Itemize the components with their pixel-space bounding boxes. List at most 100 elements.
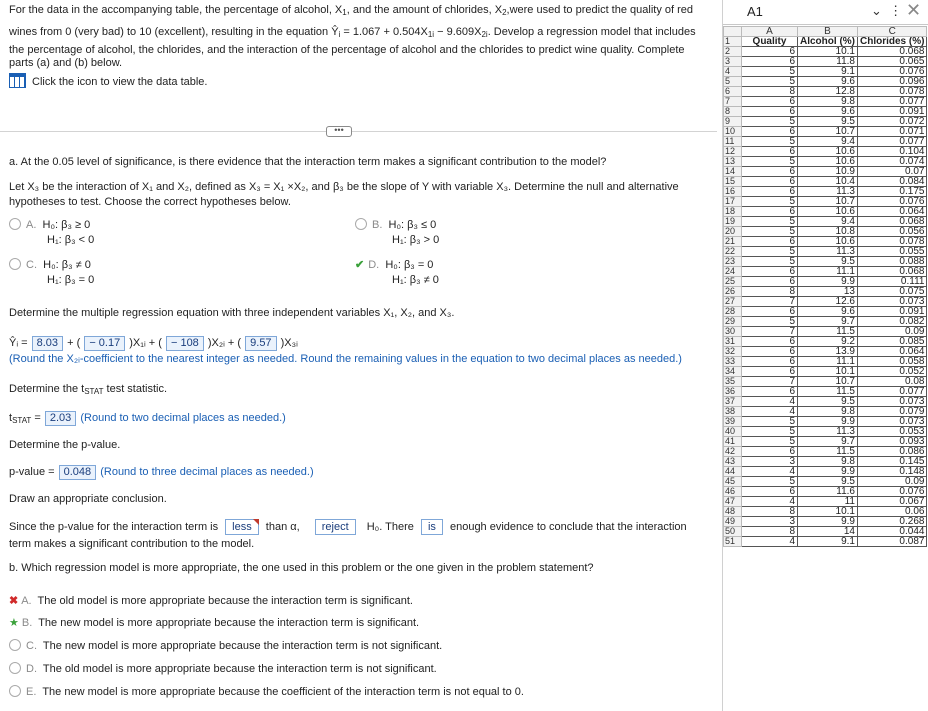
- data-cell[interactable]: 11: [797, 496, 858, 507]
- data-cell[interactable]: 0.044: [856, 526, 928, 537]
- data-cell[interactable]: 7: [741, 296, 798, 307]
- row-number[interactable]: 40: [723, 426, 742, 437]
- data-cell[interactable]: 0.06: [856, 506, 928, 517]
- data-cell[interactable]: 9.4: [797, 216, 858, 227]
- data-cell[interactable]: 5: [741, 436, 798, 447]
- reject-dropdown[interactable]: reject: [314, 519, 356, 535]
- data-cell[interactable]: 9.6: [797, 76, 858, 87]
- data-cell[interactable]: 9.6: [797, 106, 858, 117]
- row-number[interactable]: 22: [723, 246, 742, 257]
- column-header[interactable]: A: [741, 26, 798, 37]
- row-number[interactable]: 19: [723, 216, 742, 227]
- row-number[interactable]: 3: [723, 56, 742, 67]
- row-number[interactable]: 45: [723, 476, 742, 487]
- data-cell[interactable]: 0.091: [856, 306, 928, 317]
- data-cell[interactable]: 4: [741, 406, 798, 417]
- data-cell[interactable]: 9.5: [797, 116, 858, 127]
- data-cell[interactable]: 0.073: [856, 416, 928, 427]
- data-cell[interactable]: 8: [741, 86, 798, 97]
- hyp-option-d[interactable]: ✔ D. H₀: β₃ = 0: [355, 258, 555, 273]
- data-cell[interactable]: 0.056: [856, 226, 928, 237]
- data-cell[interactable]: 9.4: [797, 136, 858, 147]
- data-cell[interactable]: 10.1: [797, 506, 858, 517]
- data-cell[interactable]: 5: [741, 116, 798, 127]
- data-cell[interactable]: 0.072: [856, 116, 928, 127]
- data-cell[interactable]: 5: [741, 66, 798, 77]
- data-cell[interactable]: 0.068: [856, 46, 928, 57]
- data-cell[interactable]: 0.076: [856, 196, 928, 207]
- data-cell[interactable]: 9.6: [797, 306, 858, 317]
- data-cell[interactable]: 11.8: [797, 56, 858, 67]
- data-cell[interactable]: 10.4: [797, 176, 858, 187]
- data-cell[interactable]: 9.7: [797, 316, 858, 327]
- less-greater-dropdown[interactable]: less: [225, 519, 259, 535]
- data-cell[interactable]: 6: [741, 446, 798, 457]
- row-number[interactable]: 32: [723, 346, 742, 357]
- data-cell[interactable]: 0.082: [856, 316, 928, 327]
- data-cell[interactable]: 4: [741, 536, 798, 547]
- row-number[interactable]: 8: [723, 106, 742, 117]
- data-cell[interactable]: 6: [741, 176, 798, 187]
- data-cell[interactable]: 10.7: [797, 376, 858, 387]
- data-cell[interactable]: 5: [741, 156, 798, 167]
- column-header[interactable]: B: [797, 26, 858, 37]
- b-option-a[interactable]: ✖ A. The old model is more appropriate be…: [9, 594, 700, 609]
- row-number[interactable]: 51: [723, 536, 742, 547]
- data-cell[interactable]: 0.052: [856, 366, 928, 377]
- data-cell[interactable]: 11.5: [797, 386, 858, 397]
- data-cell[interactable]: 0.09: [856, 326, 928, 337]
- data-cell[interactable]: 10.6: [797, 206, 858, 217]
- data-cell[interactable]: 12.8: [797, 86, 858, 97]
- data-cell[interactable]: 8: [741, 506, 798, 517]
- data-cell[interactable]: 11.5: [797, 446, 858, 457]
- data-cell[interactable]: 10.6: [797, 236, 858, 247]
- data-cell[interactable]: 14: [797, 526, 858, 537]
- data-cell[interactable]: 10.6: [797, 146, 858, 157]
- header-cell[interactable]: Alcohol (%): [797, 36, 858, 47]
- data-cell[interactable]: 10.7: [797, 196, 858, 207]
- data-cell[interactable]: 4: [741, 496, 798, 507]
- data-cell[interactable]: 0.058: [856, 356, 928, 367]
- data-cell[interactable]: 0.175: [856, 186, 928, 197]
- b0-answer[interactable]: 8.03: [31, 336, 64, 351]
- b3-answer[interactable]: 9.57: [245, 336, 277, 351]
- data-cell[interactable]: 9.1: [797, 66, 858, 77]
- data-cell[interactable]: 5: [741, 76, 798, 87]
- row-number[interactable]: 27: [723, 296, 742, 307]
- data-cell[interactable]: 5: [741, 216, 798, 227]
- data-cell[interactable]: 0.055: [856, 246, 928, 257]
- row-number[interactable]: 30: [723, 326, 742, 337]
- data-cell[interactable]: 5: [741, 256, 798, 267]
- row-number[interactable]: 7: [723, 96, 742, 107]
- is-isnot-dropdown[interactable]: is: [420, 519, 443, 535]
- radio-b-e[interactable]: [9, 685, 21, 697]
- hyp-option-b[interactable]: B. H₀: β₃ ≤ 0: [355, 218, 555, 233]
- row-number[interactable]: 10: [723, 126, 742, 137]
- row-number[interactable]: 16: [723, 186, 742, 197]
- data-cell[interactable]: 9.9: [797, 466, 858, 477]
- data-cell[interactable]: 0.075: [856, 286, 928, 297]
- data-cell[interactable]: 8: [741, 526, 798, 537]
- b-option-d[interactable]: D. The old model is more appropriate bec…: [9, 662, 700, 677]
- data-cell[interactable]: 0.084: [856, 176, 928, 187]
- data-cell[interactable]: 0.077: [856, 136, 928, 147]
- row-number[interactable]: 37: [723, 396, 742, 407]
- data-cell[interactable]: 0.077: [856, 96, 928, 107]
- data-cell[interactable]: 11.3: [797, 246, 858, 257]
- radio-b-c[interactable]: [9, 639, 21, 651]
- data-cell[interactable]: 6: [741, 46, 798, 57]
- data-cell[interactable]: 7: [741, 376, 798, 387]
- data-cell[interactable]: 0.078: [856, 86, 928, 97]
- data-cell[interactable]: 11.3: [797, 426, 858, 437]
- row-number[interactable]: 1: [723, 36, 742, 47]
- hyp-option-c[interactable]: C. H₀: β₃ ≠ 0: [9, 258, 309, 273]
- data-cell[interactable]: 0.07: [856, 166, 928, 177]
- data-cell[interactable]: 5: [741, 196, 798, 207]
- radio-b-d[interactable]: [9, 662, 21, 674]
- data-cell[interactable]: 4: [741, 396, 798, 407]
- data-cell[interactable]: 5: [741, 316, 798, 327]
- hyp-option-a[interactable]: A. H₀: β₃ ≥ 0: [9, 218, 309, 233]
- row-number[interactable]: 20: [723, 226, 742, 237]
- close-icon[interactable]: ✕: [906, 0, 921, 21]
- data-cell[interactable]: 12.6: [797, 296, 858, 307]
